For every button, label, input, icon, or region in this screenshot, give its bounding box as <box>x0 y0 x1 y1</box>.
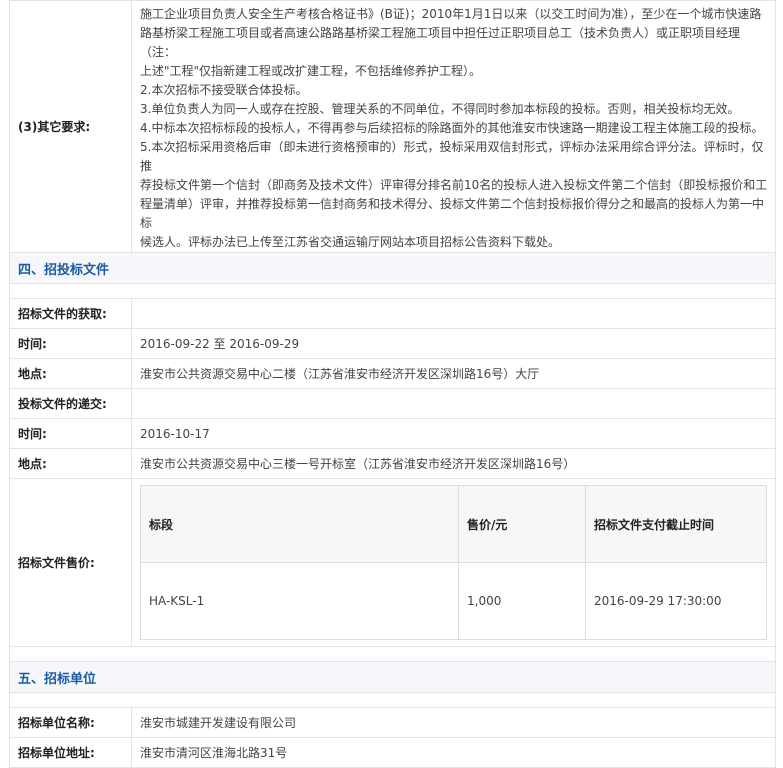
submit-value <box>131 388 776 419</box>
price-table: 标段 售价/元 招标文件支付截止时间 HA-KSL-1 1,000 2016-0… <box>140 485 767 640</box>
section-4-header: 四、招投标文件 <box>9 252 776 284</box>
other-requirements-row: (3)其它要求: 施工企业项目负责人安全生产考核合格证书》(B证)；2010年1… <box>9 0 776 253</box>
spacer <box>9 283 776 299</box>
obtain-place-label: 地点: <box>9 358 132 389</box>
other-requirements-label: (3)其它要求: <box>9 0 132 253</box>
requirement-line: 程量清单）评审，并推荐投标第一信封商务和技术得分、投标文件第二个信封投标报价得分… <box>140 197 765 230</box>
tenderer-address-row: 招标单位地址: 淮安市清河区淮海北路31号 <box>9 737 776 768</box>
submit-time-row: 时间: 2016-10-17 <box>9 418 776 449</box>
header-deadline: 招标文件支付截止时间 <box>585 485 767 563</box>
submit-time-label: 时间: <box>9 418 132 449</box>
price-row: 招标文件售价: 标段 售价/元 招标文件支付截止时间 HA-KSL-1 1,00… <box>9 478 776 647</box>
submit-time-value: 2016-10-17 <box>131 418 776 449</box>
requirement-line: 荐投标文件第一个信封（即商务及技术文件）评审得分排名前10名的投标人进入投标文件… <box>140 178 768 192</box>
obtain-row: 招标文件的获取: <box>9 298 776 329</box>
tenderer-name-label: 招标单位名称: <box>9 707 132 738</box>
section-5-header: 五、招标单位 <box>9 661 776 693</box>
price-table-cell: 标段 售价/元 招标文件支付截止时间 HA-KSL-1 1,000 2016-0… <box>131 478 776 647</box>
requirement-line: 4.中标本次招标标段的投标人，不得再参与后续招标的除路面外的其他淮安市快速路一期… <box>140 121 764 135</box>
spacer <box>9 692 776 708</box>
requirement-line: 上述"工程"仅指新建工程或改扩建工程，不包括维修养护工程）。 <box>140 64 482 78</box>
notice-table: (3)其它要求: 施工企业项目负责人安全生产考核合格证书》(B证)；2010年1… <box>9 0 776 768</box>
requirement-line: 2.本次招标不接受联合体投标。 <box>140 83 308 97</box>
obtain-place-value: 淮安市公共资源交易中心二楼（江苏省淮安市经济开发区深圳路16号）大厅 <box>131 358 776 389</box>
submit-place-value: 淮安市公共资源交易中心三楼一号开标室（江苏省淮安市经济开发区深圳路16号） <box>131 448 776 479</box>
spacer <box>9 646 776 662</box>
tenderer-address-label: 招标单位地址: <box>9 737 132 768</box>
lot-cell: HA-KSL-1 <box>140 562 459 640</box>
section-4-title: 四、招投标文件 <box>9 252 776 284</box>
header-price: 售价/元 <box>458 485 586 563</box>
section-5-title: 五、招标单位 <box>9 661 776 693</box>
table-row: HA-KSL-1 1,000 2016-09-29 17:30:00 <box>140 562 767 640</box>
requirement-line: 5.本次招标采用资格后审（即未进行资格预审的）形式，投标采用双信封形式，评标办法… <box>140 140 764 173</box>
submit-label: 投标文件的递交: <box>9 388 132 419</box>
obtain-time-row: 时间: 2016-09-22 至 2016-09-29 <box>9 328 776 359</box>
tenderer-name-row: 招标单位名称: 淮安市城建开发建设有限公司 <box>9 707 776 738</box>
obtain-time-value: 2016-09-22 至 2016-09-29 <box>131 328 776 359</box>
deadline-cell: 2016-09-29 17:30:00 <box>585 562 767 640</box>
requirement-line: 3.单位负责人为同一人或存在控股、管理关系的不同单位，不得同时参加本标段的投标。… <box>140 102 740 116</box>
price-label: 招标文件售价: <box>9 478 132 647</box>
tenderer-address-value: 淮安市清河区淮海北路31号 <box>131 737 776 768</box>
requirement-line: 路基桥梁工程施工项目或者高速公路路基桥梁工程施工项目中担任过正职项目总工（技术负… <box>140 26 741 59</box>
submit-row: 投标文件的递交: <box>9 388 776 419</box>
tenderer-name-value: 淮安市城建开发建设有限公司 <box>131 707 776 738</box>
obtain-value <box>131 298 776 329</box>
header-lot: 标段 <box>140 485 459 563</box>
obtain-place-row: 地点: 淮安市公共资源交易中心二楼（江苏省淮安市经济开发区深圳路16号）大厅 <box>9 358 776 389</box>
obtain-time-label: 时间: <box>9 328 132 359</box>
price-cell: 1,000 <box>458 562 586 640</box>
obtain-label: 招标文件的获取: <box>9 298 132 329</box>
tender-notice: (3)其它要求: 施工企业项目负责人安全生产考核合格证书》(B证)；2010年1… <box>9 0 776 768</box>
other-requirements-text: 施工企业项目负责人安全生产考核合格证书》(B证)；2010年1月1日以来（以交工… <box>131 0 776 253</box>
price-table-header: 标段 售价/元 招标文件支付截止时间 <box>140 485 767 563</box>
requirement-line: 候选人。评标办法已上传至江苏省交通运输厅网站本项目招标公告资料下载处。 <box>140 235 561 249</box>
submit-place-row: 地点: 淮安市公共资源交易中心三楼一号开标室（江苏省淮安市经济开发区深圳路16号… <box>9 448 776 479</box>
requirement-line: 施工企业项目负责人安全生产考核合格证书》(B证)；2010年1月1日以来（以交工… <box>140 7 762 21</box>
submit-place-label: 地点: <box>9 448 132 479</box>
